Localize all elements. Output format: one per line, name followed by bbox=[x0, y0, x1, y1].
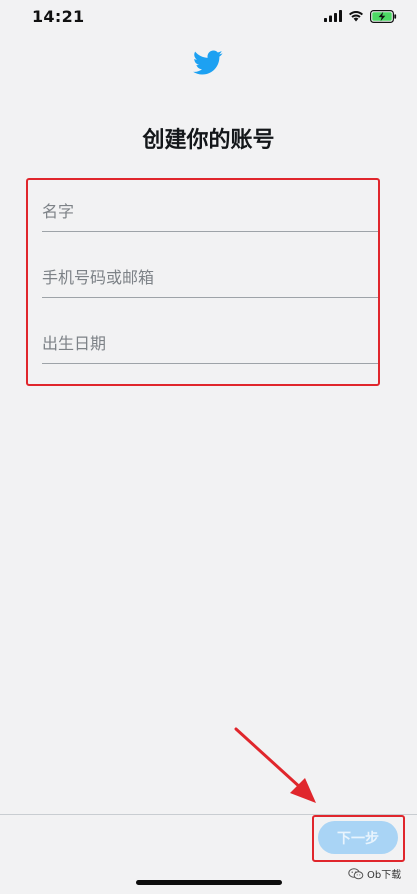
twitter-bird-icon bbox=[193, 50, 223, 75]
status-time: 14:21 bbox=[32, 7, 85, 26]
wechat-icon bbox=[348, 867, 364, 879]
app-screen: 14:21 创建你的账号 名字 手机号码或邮箱 出生日期 下一步 Ob下载 bbox=[0, 0, 417, 894]
home-indicator bbox=[136, 880, 282, 885]
cellular-signal-icon bbox=[324, 10, 342, 22]
status-icons bbox=[324, 9, 397, 23]
status-bar: 14:21 bbox=[0, 0, 417, 34]
wifi-icon bbox=[349, 11, 363, 22]
name-field bbox=[42, 192, 378, 232]
phone-or-email-field bbox=[42, 258, 378, 298]
name-input[interactable] bbox=[42, 192, 378, 231]
next-button[interactable]: 下一步 bbox=[318, 821, 398, 854]
watermark: Ob下载 bbox=[348, 866, 401, 881]
phone-or-email-input[interactable] bbox=[42, 258, 378, 297]
page-title: 创建你的账号 bbox=[142, 128, 275, 153]
signup-form-highlight bbox=[26, 178, 380, 386]
battery-charging-icon bbox=[370, 9, 397, 23]
birth-date-field bbox=[42, 324, 378, 364]
watermark-text: Ob下载 bbox=[367, 870, 402, 881]
birth-date-input[interactable] bbox=[42, 324, 378, 363]
